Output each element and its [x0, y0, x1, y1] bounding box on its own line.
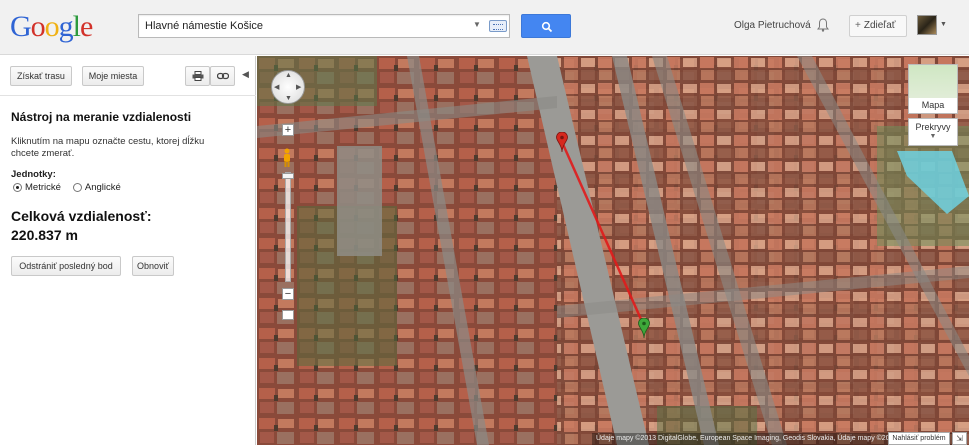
- radio-metric[interactable]: [13, 183, 22, 192]
- chevron-down-icon: ▼: [929, 133, 937, 140]
- top-bar: Google ▼ Olga Pietruchová +Zdieľať ▼: [0, 0, 969, 55]
- pan-control[interactable]: ▲ ▼ ◀ ▶: [271, 70, 305, 104]
- chevron-down-icon[interactable]: ▼: [940, 21, 947, 28]
- aerial-imagery: [257, 56, 969, 445]
- notification-bell-icon[interactable]: [817, 18, 829, 32]
- search-icon: [541, 21, 553, 33]
- pan-right-icon[interactable]: ▶: [296, 83, 301, 91]
- panel-toolbar: Získať trasu Moje miesta ◀: [0, 56, 256, 96]
- tool-title: Nástroj na meranie vzdialenosti: [11, 110, 192, 124]
- units-radio-group: Metrické Anglické: [13, 182, 121, 193]
- zoom-slider-track[interactable]: [285, 172, 291, 282]
- search-button[interactable]: [521, 14, 571, 38]
- scale-toggle-icon[interactable]: [282, 310, 294, 320]
- logo-letter: l: [72, 10, 81, 43]
- zoom-out-button[interactable]: −: [282, 288, 294, 300]
- google-logo[interactable]: Google: [10, 10, 93, 44]
- report-problem-link[interactable]: Nahlásiť problém: [888, 432, 950, 445]
- overlays-button[interactable]: Prekryvy ▼: [908, 118, 958, 146]
- plus-icon: +: [855, 20, 861, 31]
- keyboard-icon[interactable]: [489, 20, 507, 32]
- total-distance-value: 220.837 m: [11, 227, 78, 243]
- reset-button[interactable]: Obnoviť: [132, 256, 174, 276]
- radio-imperial-label[interactable]: Anglické: [85, 182, 121, 193]
- remove-last-point-button[interactable]: Odstrániť posledný bod: [11, 256, 121, 276]
- share-button[interactable]: + Zdieľať: [849, 15, 907, 37]
- link-icon: [217, 72, 229, 80]
- logo-letter: e: [80, 10, 93, 43]
- search-dropdown-icon[interactable]: ▼: [473, 20, 483, 32]
- printer-icon: [192, 71, 204, 81]
- logo-letter: g: [58, 10, 74, 43]
- left-panel: Získať trasu Moje miesta ◀ Nástroj na me…: [0, 56, 256, 445]
- search-input[interactable]: [139, 15, 469, 37]
- logo-letter: G: [10, 10, 32, 43]
- share-label: Zdieľať: [863, 20, 896, 31]
- avatar[interactable]: [917, 15, 937, 35]
- pan-up-icon[interactable]: ▲: [285, 72, 292, 79]
- units-label: Jednotky:: [11, 169, 56, 180]
- print-button[interactable]: [185, 66, 210, 86]
- end-marker-icon[interactable]: [638, 318, 650, 338]
- link-button[interactable]: [210, 66, 235, 86]
- map-canvas[interactable]: ▲ ▼ ◀ ▶ + − Mapa Prekryvy ▼ Údaje mapy ©…: [257, 56, 969, 445]
- get-directions-button[interactable]: Získať trasu: [10, 66, 72, 86]
- total-distance-label: Celková vzdialenosť:: [11, 208, 152, 224]
- zoom-slider-handle[interactable]: [282, 173, 294, 179]
- tool-description: Kliknutím na mapu označte cestu, ktorej …: [11, 136, 205, 159]
- collapse-panel-icon[interactable]: ◀: [242, 69, 249, 80]
- map-type-label: Mapa: [909, 98, 957, 113]
- start-marker-icon[interactable]: [556, 132, 568, 152]
- user-name[interactable]: Olga Pietruchová: [734, 20, 811, 31]
- radio-metric-label[interactable]: Metrické: [25, 182, 61, 193]
- logo-letter: o: [44, 10, 60, 43]
- logo-letter: o: [30, 10, 46, 43]
- overlays-label: Prekryvy: [915, 122, 951, 132]
- my-places-button[interactable]: Moje miesta: [82, 66, 144, 86]
- pegman-icon[interactable]: [282, 148, 292, 168]
- resize-corner-icon[interactable]: ⇲: [952, 432, 967, 445]
- map-type-button[interactable]: Mapa: [908, 64, 958, 114]
- pan-down-icon[interactable]: ▼: [285, 95, 292, 102]
- zoom-in-button[interactable]: +: [282, 124, 294, 136]
- radio-imperial[interactable]: [72, 183, 82, 192]
- search-box: ▼: [138, 14, 510, 38]
- pan-left-icon[interactable]: ◀: [274, 83, 279, 91]
